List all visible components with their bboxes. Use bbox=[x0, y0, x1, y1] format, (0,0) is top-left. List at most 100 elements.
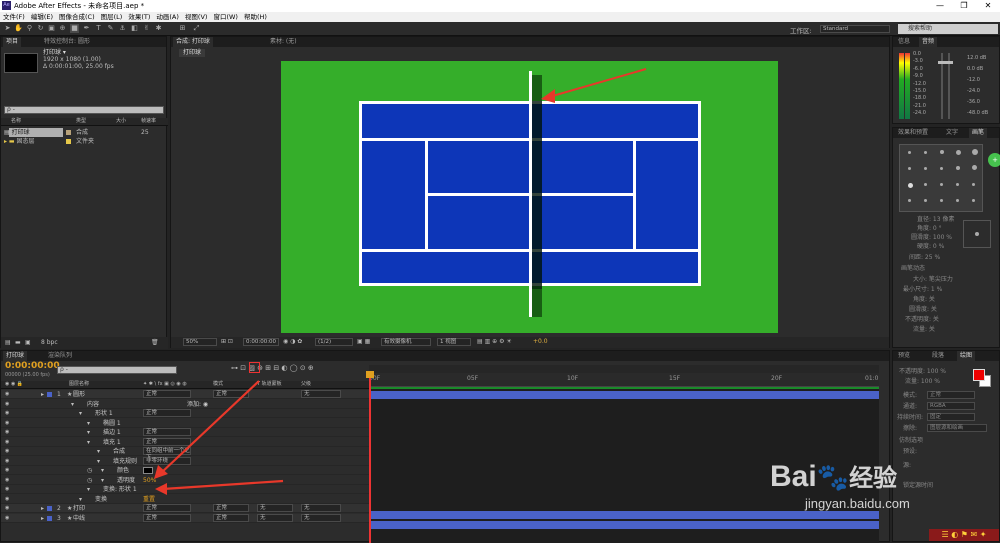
brush-roundness[interactable]: 圆滑度: 100 % bbox=[911, 233, 952, 242]
clone-options-label: 仿制选项 bbox=[899, 437, 924, 444]
menu-layer[interactable]: 图层(L) bbox=[98, 12, 126, 22]
help-search-input[interactable]: 搜索帮助 bbox=[898, 24, 998, 34]
clone-preset-label: 预设: bbox=[903, 448, 918, 455]
current-time-field[interactable]: 0:00:00:00 bbox=[243, 338, 279, 346]
view-options-icon[interactable]: ▤ ▥ ⊕ ⚙ ☀ bbox=[477, 338, 512, 345]
project-item-comp[interactable]: ▤ 打印球 bbox=[4, 128, 30, 137]
tab-paint[interactable]: 绘图 bbox=[957, 351, 976, 361]
project-panel: 项目 特效控制台: 圆形 打印球 ▾ 1920 x 1080 (1.00) Δ … bbox=[0, 36, 168, 349]
snapshot-icon[interactable]: ◉ ◑ ✿ bbox=[283, 338, 302, 345]
folder-icon[interactable]: ▬ bbox=[15, 338, 21, 347]
close-button[interactable]: ✕ bbox=[976, 0, 1000, 12]
brush-tips-grid[interactable] bbox=[899, 144, 983, 212]
rotate-tool-icon[interactable]: ↻ bbox=[36, 24, 45, 33]
snap-icon[interactable]: ⊞ bbox=[178, 24, 187, 33]
foreground-color-swatch[interactable] bbox=[973, 369, 985, 381]
eraser-tool-icon[interactable]: ◧ bbox=[130, 24, 139, 33]
paint-panel: 预览 段落 绘图 不透明度: 100 % 流量: 100 % 模式: 正常 通道… bbox=[892, 350, 1000, 542]
brush-spacing[interactable]: 间距: 25 % bbox=[909, 253, 940, 262]
project-footer: ▤ ▬ ▣ 8 bpc 🗑 bbox=[1, 337, 168, 349]
brush-angle[interactable]: 角度: 0 ° bbox=[917, 224, 942, 233]
dyn-size[interactable]: 大小: 笔尖压力 bbox=[913, 275, 953, 284]
brush-tool-icon[interactable]: ✎ bbox=[106, 24, 115, 33]
db-scale-right: 12.0 dB 0.0 dB -12.0 -24.0 -36.0 -48.0 dB bbox=[967, 55, 989, 116]
pen-tool-icon[interactable]: ✒ bbox=[82, 24, 91, 33]
audio-meter-left bbox=[899, 53, 904, 119]
trash-icon[interactable]: 🗑 bbox=[151, 338, 159, 347]
tab-paragraph[interactable]: 段落 bbox=[929, 351, 947, 361]
menu-file[interactable]: 文件(F) bbox=[0, 12, 28, 22]
dyn-opacity[interactable]: 不透明度: 关 bbox=[905, 315, 939, 324]
menu-window[interactable]: 窗口(W) bbox=[210, 12, 241, 22]
brush-hardness[interactable]: 硬度: 0 % bbox=[917, 242, 944, 251]
zoom-select[interactable]: 50% bbox=[183, 338, 217, 346]
paint-mode-select[interactable]: 正常 bbox=[927, 391, 975, 399]
float-badge-icon[interactable]: + bbox=[988, 153, 1000, 167]
puppet-tool-icon[interactable]: ✱ bbox=[154, 24, 163, 33]
dyn-angle[interactable]: 角度: 关 bbox=[913, 295, 935, 304]
col-name[interactable]: 名称 bbox=[11, 117, 21, 126]
tab-audio[interactable]: 音频 bbox=[919, 37, 938, 47]
grid-icon[interactable]: ⊞ ⊡ bbox=[221, 338, 233, 345]
new-comp-icon[interactable]: ▣ bbox=[25, 338, 31, 347]
roi-icon[interactable]: ▣ ▦ bbox=[357, 338, 370, 345]
taskbar-icons[interactable]: ☰ ◐ ⚑ ✉ ✦ bbox=[929, 529, 999, 541]
col-fps[interactable]: 帧速率 bbox=[141, 117, 156, 126]
menu-effect[interactable]: 效果(T) bbox=[125, 12, 153, 22]
interpret-icon[interactable]: ▤ bbox=[5, 338, 11, 347]
col-size[interactable]: 大小 bbox=[116, 117, 126, 126]
project-item-folder[interactable]: ▸ ▬ 固态层 bbox=[4, 137, 35, 146]
paint-channel-select[interactable]: RGBA bbox=[927, 402, 975, 410]
camera-select[interactable]: 有效摄像机 bbox=[381, 338, 431, 346]
col-type[interactable]: 类型 bbox=[76, 117, 86, 126]
tab-preview[interactable]: 预览 bbox=[895, 351, 913, 361]
paint-erase-select[interactable]: 图层源和绘画 bbox=[927, 424, 987, 432]
clone-tool-icon[interactable]: ⚓ bbox=[118, 24, 127, 33]
tab-effects-presets[interactable]: 效果和预置 bbox=[895, 128, 931, 138]
project-search-input[interactable]: ρ - bbox=[4, 106, 164, 114]
paint-mode-label: 模式: bbox=[903, 392, 918, 399]
tab-effect-controls[interactable]: 特效控制台: 圆形 bbox=[41, 37, 93, 47]
paint-opacity[interactable]: 不透明度: 100 % bbox=[899, 367, 946, 376]
menu-animation[interactable]: 动画(A) bbox=[153, 12, 182, 22]
tab-brushes[interactable]: 画笔 bbox=[969, 128, 988, 138]
paint-flow[interactable]: 流量: 100 % bbox=[905, 377, 940, 386]
zoom-tool-icon[interactable]: ⚲ bbox=[25, 24, 34, 33]
resolution-select[interactable]: (1/2) bbox=[315, 338, 353, 346]
dyn-min-size[interactable]: 最小尺寸: 1 % bbox=[903, 285, 942, 294]
maximize-button[interactable]: ❐ bbox=[952, 0, 976, 12]
rectangle-tool-icon[interactable]: ■ bbox=[70, 24, 79, 33]
axis-icon[interactable]: ⤢ bbox=[192, 24, 201, 33]
text-tool-icon[interactable]: T bbox=[94, 24, 103, 33]
hand-tool-icon[interactable]: ✋ bbox=[14, 24, 23, 33]
paint-erase-label: 擦除: bbox=[903, 425, 918, 432]
composition-panel: 合成: 打印球 素材: (无) 打印球 50% ⊞ ⊡ 0:00:00:00 ◉… bbox=[170, 36, 890, 348]
tab-info[interactable]: 信息 bbox=[895, 37, 913, 47]
window-title: Adobe After Effects - 未命名项目.aep * bbox=[14, 2, 145, 10]
bpc-label[interactable]: 8 bpc bbox=[41, 338, 58, 347]
tab-project[interactable]: 项目 bbox=[3, 37, 22, 47]
lock-source-time[interactable]: 锁定源时间 bbox=[903, 481, 933, 490]
audio-panel: 信息 音频 0.0 -3.0 -6.0 -9.0 -12.0 -15.0 -18.0 -21.… bbox=[892, 36, 1000, 124]
pan-tool-icon[interactable]: ⊕ bbox=[58, 24, 67, 33]
menu-composition[interactable]: 图像合成(C) bbox=[56, 12, 98, 22]
camera-tool-icon[interactable]: ▣ bbox=[47, 24, 56, 33]
selected-item-duration: Δ 0:00:01:00, 25.00 fps bbox=[43, 63, 114, 70]
dyn-roundness[interactable]: 圆滑度: 关 bbox=[909, 305, 937, 314]
dyn-flow[interactable]: 流量: 关 bbox=[913, 325, 935, 334]
db-scale-left: 0.0 -3.0 -6.0 -9.0 -12.0 -15.0 -18.0 -21.0 -24.0 bbox=[913, 51, 926, 117]
minimize-button[interactable]: — bbox=[928, 0, 952, 12]
title-bar: Ae Adobe After Effects - 未命名项目.aep * — ❐… bbox=[0, 0, 1000, 12]
menu-view[interactable]: 视图(V) bbox=[182, 12, 211, 22]
views-select[interactable]: 1 视图 bbox=[437, 338, 471, 346]
paint-duration-select[interactable]: 固定 bbox=[927, 413, 975, 421]
roto-tool-icon[interactable]: ✌ bbox=[142, 24, 151, 33]
tab-character[interactable]: 文字 bbox=[943, 128, 961, 138]
menu-help[interactable]: 帮助(H) bbox=[241, 12, 270, 22]
exposure-value[interactable]: +0.0 bbox=[533, 338, 548, 345]
brush-diameter[interactable]: 直径: 13 像素 bbox=[917, 215, 954, 224]
selection-tool-icon[interactable]: ➤ bbox=[3, 24, 12, 33]
workspace-select[interactable]: Standard bbox=[820, 25, 890, 33]
menu-edit[interactable]: 编辑(E) bbox=[28, 12, 56, 22]
workspace-label: 工作区: bbox=[790, 27, 812, 35]
